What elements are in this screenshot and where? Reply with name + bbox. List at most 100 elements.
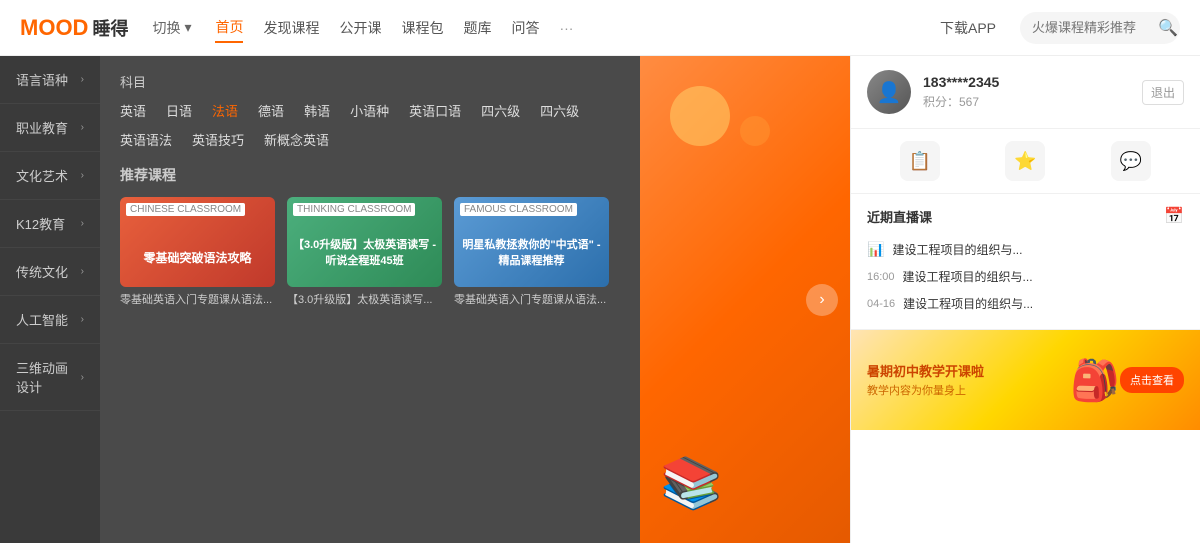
- course-card-title-1: 零基础英语入门专题课从语法...: [120, 293, 275, 308]
- logo-mood: MOOD: [20, 15, 88, 41]
- switch-chevron-icon: ▾: [184, 19, 191, 36]
- nav-more[interactable]: ···: [559, 20, 573, 36]
- banner-circle-small: [740, 116, 770, 146]
- book-icon-button[interactable]: 📋: [900, 141, 940, 181]
- search-bar[interactable]: 🔍: [1020, 12, 1180, 44]
- avatar: 👤: [867, 70, 911, 114]
- course-cards: CHINESE CLASSROOM 零基础突破语法攻略 零基础英语入门专题课从语…: [120, 197, 620, 308]
- action-icons: 📋 ⭐ 💬: [851, 129, 1200, 194]
- tag-skills[interactable]: 英语技巧: [192, 130, 244, 149]
- tag-korean[interactable]: 韩语: [304, 101, 330, 120]
- user-section: 👤 183****2345 积分：567 退出: [851, 56, 1200, 129]
- course-card-2[interactable]: THINKING CLASSROOM 【3.0升级版】太极英语读写 - 听说全程…: [287, 197, 442, 308]
- live-item-title-3: 建设工程项目的组织与...: [903, 295, 1083, 312]
- tag-grammar[interactable]: 英语语法: [120, 130, 172, 149]
- ad-banner: 暑期初中教学开课啦 教学内容为你量身上 🎒 点击查看: [851, 330, 1200, 430]
- arrow-icon: ›: [81, 372, 84, 383]
- nav-item-open[interactable]: 公开课: [339, 14, 381, 42]
- tag-french[interactable]: 法语: [212, 101, 238, 120]
- sidebar-item-k12[interactable]: K12教育 ›: [0, 200, 100, 248]
- chat-icon: 💬: [1120, 151, 1142, 172]
- sidebar-item-3d[interactable]: 三维动画设计 ›: [0, 344, 100, 411]
- arrow-icon: ›: [81, 218, 84, 229]
- live-item-title-1: 建设工程项目的组织与...: [892, 241, 1072, 258]
- banner-books-icon: 📚: [660, 454, 722, 513]
- live-item-2[interactable]: 16:00 建设工程项目的组织与...: [867, 263, 1184, 290]
- arrow-icon: ›: [81, 122, 84, 133]
- sidebar-item-language[interactable]: 语言语种 ›: [0, 56, 100, 104]
- nav-item-qa[interactable]: 问答: [511, 14, 539, 42]
- chat-icon-button[interactable]: 💬: [1111, 141, 1151, 181]
- course-img-title-1: 零基础突破语法攻略: [143, 249, 251, 266]
- sidebar-item-label: 三维动画设计: [16, 358, 81, 396]
- course-card-title-2: 【3.0升级版】太极英语读写...: [287, 293, 442, 308]
- live-title: 近期直播课: [867, 207, 932, 226]
- user-name: 183****2345: [923, 74, 1130, 90]
- tag-german[interactable]: 德语: [258, 101, 284, 120]
- sidebar-item-culture[interactable]: 文化艺术 ›: [0, 152, 100, 200]
- download-button[interactable]: 下载APP: [940, 18, 996, 38]
- tag-japanese[interactable]: 日语: [166, 101, 192, 120]
- sidebar-item-label: 语言语种: [16, 70, 68, 89]
- tag-new-concept[interactable]: 新概念英语: [264, 130, 329, 149]
- sidebar-item-label: 人工智能: [16, 310, 68, 329]
- logout-button[interactable]: 退出: [1142, 80, 1184, 105]
- tag-oral[interactable]: 英语口语: [409, 101, 461, 120]
- nav-item-question[interactable]: 题库: [463, 14, 491, 42]
- course-label-2: THINKING CLASSROOM: [293, 203, 415, 216]
- switch-button[interactable]: 切换 ▾: [152, 18, 191, 38]
- header: MOOD 睡得 切换 ▾ 首页 发现课程 公开课 课程包 题库 问答 ··· 下…: [0, 0, 1200, 56]
- main-nav: 首页 发现课程 公开课 课程包 题库 问答 ···: [215, 13, 916, 43]
- sidebar-item-vocational[interactable]: 职业教育 ›: [0, 104, 100, 152]
- course-img-title-2: 【3.0升级版】太极英语读写 - 听说全程班45班: [293, 236, 436, 268]
- star-icon-button[interactable]: ⭐: [1005, 141, 1045, 181]
- sidebar-item-label: 职业教育: [16, 118, 68, 137]
- course-card-img-1: CHINESE CLASSROOM 零基础突破语法攻略: [120, 197, 275, 287]
- tag-cet1[interactable]: 四六级: [481, 101, 520, 120]
- nav-item-discover[interactable]: 发现课程: [263, 14, 319, 42]
- live-header: 近期直播课 📅: [867, 206, 1184, 226]
- arrow-icon: ›: [81, 266, 84, 277]
- course-card-1[interactable]: CHINESE CLASSROOM 零基础突破语法攻略 零基础英语入门专题课从语…: [120, 197, 275, 308]
- subject-title: 科目: [120, 72, 620, 91]
- banner: 📚 ›: [640, 56, 850, 543]
- ad-button[interactable]: 点击查看: [1120, 367, 1184, 393]
- course-card-3[interactable]: FAMOUS CLASSROOM 明星私教拯救你的"中式语" - 精品课程推荐 …: [454, 197, 609, 308]
- book-icon: 📋: [909, 151, 931, 172]
- banner-circle-large: [670, 86, 730, 146]
- arrow-icon: ›: [81, 314, 84, 325]
- search-input[interactable]: [1032, 20, 1152, 35]
- course-card-title-3: 零基础英语入门专题课从语法...: [454, 293, 609, 308]
- live-item-title-2: 建设工程项目的组织与...: [903, 268, 1083, 285]
- live-calendar-icon[interactable]: 📅: [1164, 206, 1184, 226]
- recommended-title: 推荐课程: [120, 165, 620, 185]
- tag-english[interactable]: 英语: [120, 101, 146, 120]
- sidebar-item-ai[interactable]: 人工智能 ›: [0, 296, 100, 344]
- live-item-info-3: 建设工程项目的组织与...: [903, 295, 1184, 312]
- sidebar-item-traditional[interactable]: 传统文化 ›: [0, 248, 100, 296]
- nav-item-package[interactable]: 课程包: [401, 14, 443, 42]
- avatar-icon: 👤: [877, 80, 902, 105]
- star-icon: ⭐: [1014, 151, 1036, 172]
- banner-next-arrow[interactable]: ›: [806, 284, 838, 316]
- sidebar: 语言语种 › 职业教育 › 文化艺术 › K12教育 › 传统文化 › 人工智能…: [0, 56, 100, 543]
- search-icon[interactable]: 🔍: [1158, 18, 1178, 38]
- logo[interactable]: MOOD 睡得: [20, 15, 128, 41]
- subject-tags: 英语 日语 法语 德语 韩语 小语种 英语口语 四六级 四六级 英语语法 英语技…: [120, 101, 620, 149]
- tag-other-lang[interactable]: 小语种: [350, 101, 389, 120]
- live-item-info-2: 建设工程项目的组织与...: [903, 268, 1184, 285]
- live-bar-icon-1: 📊: [867, 241, 884, 258]
- main-content: 语言语种 › 职业教育 › 文化艺术 › K12教育 › 传统文化 › 人工智能…: [0, 56, 1200, 543]
- tag-cet2[interactable]: 四六级: [540, 101, 579, 120]
- right-panel: 👤 183****2345 积分：567 退出 📋 ⭐ 💬 近期直播课: [850, 56, 1200, 543]
- sidebar-item-label: 文化艺术: [16, 166, 68, 185]
- live-section: 近期直播课 📅 📊 建设工程项目的组织与... 16:00 建设工程项目的组织与…: [851, 194, 1200, 330]
- nav-item-home[interactable]: 首页: [215, 13, 243, 43]
- course-card-img-2: THINKING CLASSROOM 【3.0升级版】太极英语读写 - 听说全程…: [287, 197, 442, 287]
- switch-label: 切换: [152, 18, 180, 38]
- live-item-1[interactable]: 📊 建设工程项目的组织与...: [867, 236, 1184, 263]
- dropdown-panel: 科目 英语 日语 法语 德语 韩语 小语种 英语口语 四六级 四六级 英语语法 …: [100, 56, 640, 543]
- live-bar-icon-3: 04-16: [867, 298, 895, 310]
- recommended-section: 推荐课程 CHINESE CLASSROOM 零基础突破语法攻略 零基础英语入门…: [120, 165, 620, 308]
- live-item-3[interactable]: 04-16 建设工程项目的组织与...: [867, 290, 1184, 317]
